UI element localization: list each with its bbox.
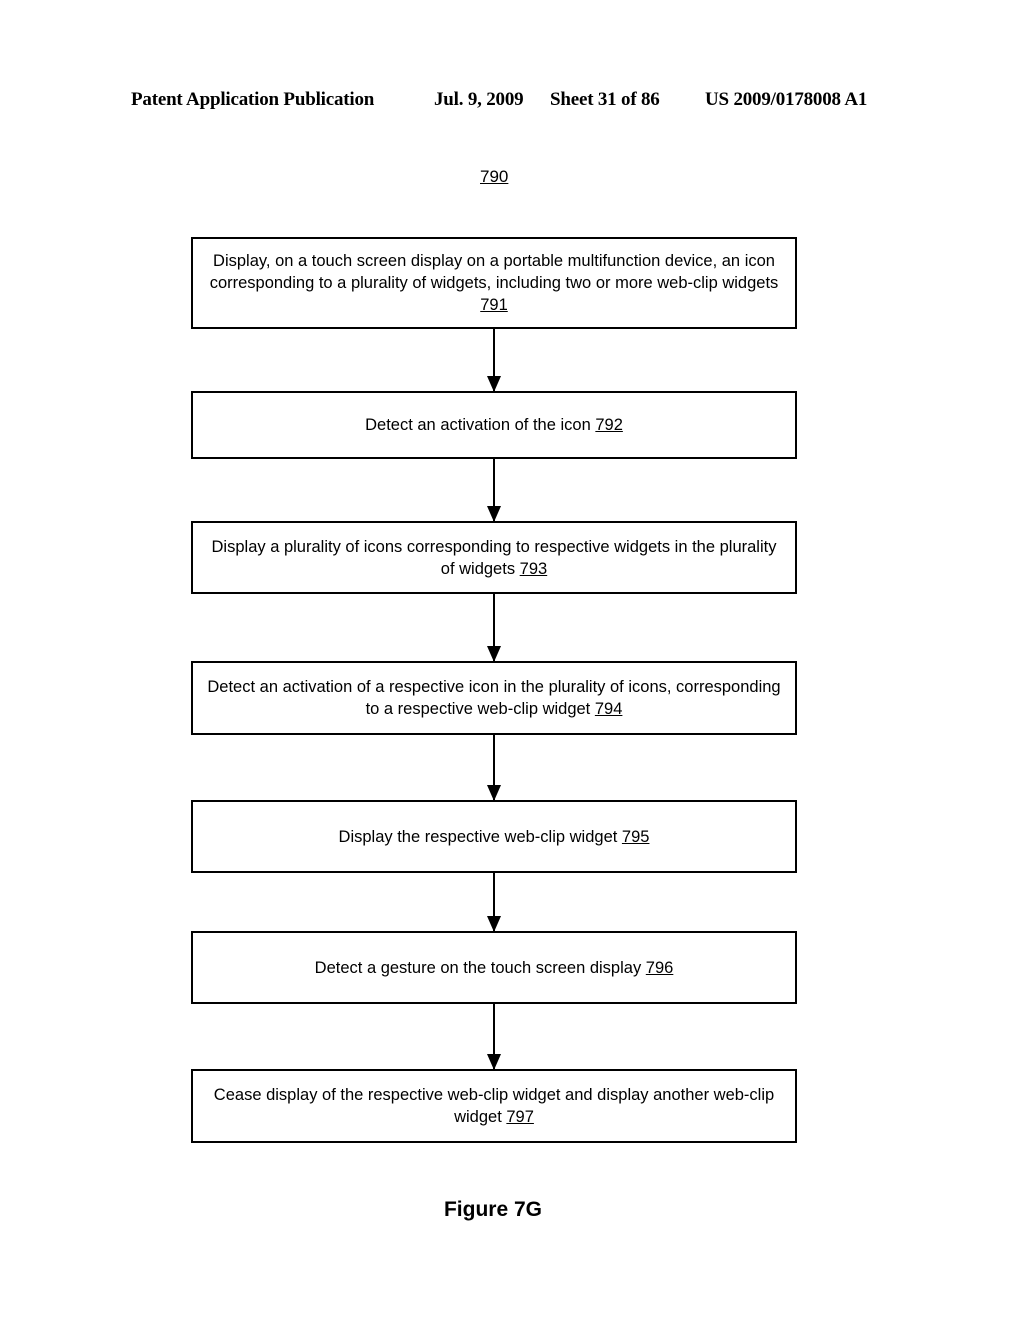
step-box-793: Display a plurality of icons correspondi… [191, 521, 797, 594]
flow-arrow [487, 459, 501, 522]
step-text: Display a plurality of icons correspondi… [211, 537, 777, 578]
step-number: 796 [645, 958, 674, 977]
diagram-reference: 790 [480, 167, 509, 186]
flow-arrow [487, 735, 501, 801]
sheet-number: Sheet 31 of 86 [550, 89, 660, 110]
step-text: Detect a gesture on the touch screen dis… [314, 958, 674, 977]
publication-date: Jul. 9, 2009 [434, 89, 524, 110]
step-number: 797 [506, 1108, 534, 1126]
flow-arrow [487, 1004, 501, 1070]
step-number: 791 [480, 296, 508, 314]
step-text: Detect an activation of the icon 792 [365, 416, 623, 434]
step-box-792: Detect an activation of the icon 792 [191, 391, 797, 459]
step-text: Cease display of the respective web-clip… [213, 1086, 775, 1126]
step-box-796: Detect a gesture on the touch screen dis… [191, 931, 797, 1004]
step-box-795: Display the respective web-clip widget 7… [191, 800, 797, 873]
figure-caption: Figure 7G [443, 1198, 543, 1221]
publication-label: Patent Application Publication [131, 89, 375, 110]
flow-arrow [487, 594, 501, 662]
step-number: 795 [621, 827, 650, 846]
step-box-791: Display, on a touch screen display on a … [191, 237, 797, 329]
flow-arrow [487, 873, 501, 932]
step-number: 794 [594, 700, 623, 718]
flow-arrow [487, 329, 501, 392]
step-text: Display, on a touch screen display on a … [209, 252, 779, 314]
step-text: Display the respective web-clip widget 7… [338, 827, 650, 846]
step-number: 793 [519, 559, 548, 578]
step-number: 792 [595, 416, 623, 434]
step-box-797: Cease display of the respective web-clip… [191, 1069, 797, 1143]
step-box-794: Detect an activation of a respective ico… [191, 661, 797, 735]
step-text: Detect an activation of a respective ico… [207, 678, 781, 718]
patent-number: US 2009/0178008 A1 [705, 89, 868, 110]
